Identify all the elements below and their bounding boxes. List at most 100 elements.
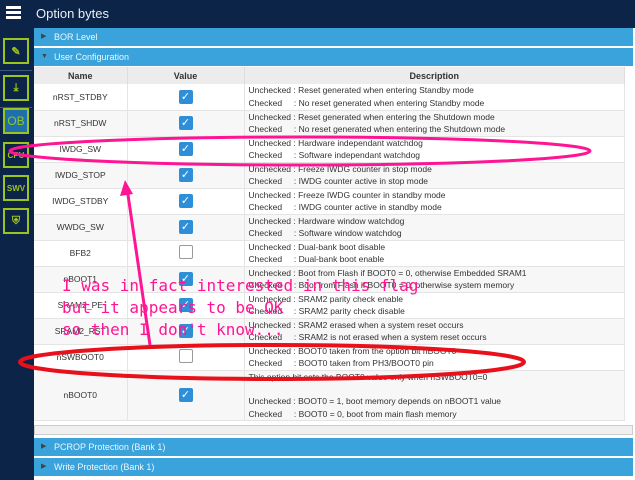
option-name: nSWBOOT0 [34, 344, 128, 371]
download-icon[interactable]: ⤓ [3, 75, 29, 101]
description-unchecked: Unchecked : Dual-bank boot disable [248, 241, 386, 252]
expand-icon: ▶ [41, 463, 47, 470]
column-header-name: Name [34, 67, 128, 84]
option-name: BFB2 [34, 240, 128, 267]
description-cell: Unchecked : Freeze IWDG counter in stand… [244, 188, 625, 215]
value-cell: ✓ [127, 188, 245, 215]
table-row: IWDG_STOP ✓ Unchecked : Freeze IWDG coun… [34, 162, 625, 189]
description-cell: Unchecked : BOOT0 taken from the option … [244, 344, 625, 371]
description-unchecked: Unchecked : Freeze IWDG counter in stop … [248, 163, 432, 174]
value-cell: ✓ [127, 84, 245, 111]
section-label: PCROP Protection (Bank 1) [54, 442, 166, 452]
option-name: IWDG_SW [34, 136, 128, 163]
value-cell: ✓ [127, 136, 245, 163]
hamburger-menu-icon[interactable] [6, 6, 21, 19]
option-name: WWDG_SW [34, 214, 128, 241]
table-row: nRST_STDBY ✓ Unchecked : Reset generated… [34, 84, 625, 111]
description-unchecked: Unchecked : Hardware independant watchdo… [248, 137, 423, 148]
section-label: User Configuration [54, 52, 130, 62]
option-checkbox[interactable]: ✓ [178, 388, 193, 403]
option-checkbox[interactable]: ✓ [178, 89, 193, 104]
description-cell: Unchecked : SRAM2 erased when a system r… [244, 318, 625, 345]
description-checked: Checked : No reset generated when enteri… [248, 124, 506, 134]
description-checked: Checked : Software independant watchdog [248, 150, 421, 160]
table-row: nSWBOOT0 Unchecked : BOOT0 taken from th… [34, 344, 625, 371]
title-bar: Option bytes [0, 0, 635, 28]
description-note: This option bit sets the BOOT0 value onl… [248, 371, 488, 382]
table-row: BFB2 Unchecked : Dual-bank boot disable C… [34, 240, 625, 267]
description-cell: Unchecked : Hardware independant watchdo… [244, 136, 625, 163]
expand-icon: ▶ [41, 443, 47, 450]
description-unchecked: Unchecked : SRAM2 erased when a system r… [248, 319, 464, 330]
description-checked: Checked : BOOT0 = 0, boot from main flas… [248, 408, 457, 419]
option-name: nRST_STDBY [34, 84, 128, 111]
description-checked: Checked : IWDG counter active in stop mo… [248, 176, 429, 186]
option-checkbox[interactable]: ✓ [178, 220, 193, 234]
description-unchecked: Unchecked : BOOT0 taken from the option … [248, 345, 457, 356]
description-unchecked: Unchecked : BOOT0 = 1, boot memory depen… [248, 396, 502, 406]
description-checked: Checked : SRAM2 parity check disable [248, 306, 405, 316]
option-checkbox[interactable]: ✓ [178, 116, 193, 130]
edit-icon[interactable]: ✎ [3, 38, 29, 64]
expand-icon: ▶ [41, 33, 47, 40]
description-cell: Unchecked : Reset generated when enterin… [244, 110, 625, 137]
description-cell: Unchecked : Freeze IWDG counter in stop … [244, 162, 625, 189]
description-unchecked: Unchecked : Reset generated when enterin… [248, 85, 474, 96]
collapse-icon: ▼ [41, 53, 48, 60]
column-header-value: Value [127, 67, 245, 84]
description-checked: Checked : SRAM2 is not erased when a sys… [248, 332, 487, 342]
section-user-configuration[interactable]: ▼ User Configuration [34, 48, 633, 66]
table-row: nBOOT0 ✓ This option bit sets the BOOT0 … [34, 370, 625, 421]
horizontal-scrollbar[interactable] [34, 425, 633, 435]
sidebar-item-ob[interactable]: OB [3, 108, 29, 134]
description-checked: Checked : BOOT0 taken from PH3/BOOT0 pin [248, 358, 434, 368]
option-bytes-panel: ▶ BOR Level ▼ User Configuration Name Valu… [34, 28, 635, 480]
option-name: nBOOT0 [34, 370, 128, 421]
value-cell: ✓ [127, 370, 245, 421]
option-name: IWDG_STDBY [34, 188, 128, 215]
section-bor-level[interactable]: ▶ BOR Level [34, 28, 633, 46]
table-row: IWDG_SW ✓ Unchecked : Hardware independa… [34, 136, 625, 163]
description-cell: Unchecked : Dual-bank boot disable Checke… [244, 240, 625, 267]
table-row: nRST_SHDW ✓ Unchecked : Reset generated … [34, 110, 625, 137]
page-title: Option bytes [36, 6, 109, 21]
value-cell [127, 240, 245, 267]
option-checkbox[interactable]: ✓ [178, 194, 193, 208]
description-unchecked: Unchecked : Hardware window watchdog [248, 215, 405, 226]
description-checked: Checked : Dual-bank boot enable [248, 254, 385, 264]
description-cell: Unchecked : Hardware window watchdog Chec… [244, 214, 625, 241]
description-cell: This option bit sets the BOOT0 value onl… [244, 370, 625, 421]
value-cell: ✓ [127, 162, 245, 189]
option-checkbox[interactable]: ✓ [178, 168, 193, 182]
option-name: nRST_SHDW [34, 110, 128, 137]
sidebar: ✎ ⤓ OB CPU SWV ⛨ [0, 28, 32, 480]
option-checkbox[interactable] [178, 245, 193, 259]
section-pcrop-protection[interactable]: ▶ PCROP Protection (Bank 1) [34, 438, 633, 456]
column-header-description: Description [244, 67, 625, 84]
value-cell: ✓ [127, 214, 245, 241]
sidebar-item-cpu[interactable]: CPU [3, 142, 29, 168]
option-checkbox[interactable]: ✓ [178, 142, 193, 156]
annotation-text-line: but it appears to be OK [62, 298, 284, 317]
value-cell [127, 344, 245, 371]
shield-icon[interactable]: ⛨ [3, 208, 29, 234]
description-checked: Checked : No reset generated when enteri… [248, 97, 485, 108]
user-config-table: Name Value Description nRST_STDBY ✓ Unch… [34, 67, 625, 421]
option-checkbox[interactable] [178, 349, 193, 363]
table-row: WWDG_SW ✓ Unchecked : Hardware window wa… [34, 214, 625, 241]
description-checked: Checked : Software window watchdog [248, 228, 402, 238]
section-label: Write Protection (Bank 1) [54, 462, 155, 472]
description-unchecked: Unchecked : Reset generated when enterin… [248, 111, 495, 122]
description-cell: Unchecked : Reset generated when enterin… [244, 84, 625, 111]
description-checked: Checked : IWDG counter active in standby… [248, 202, 442, 212]
annotation-text-line: so then I don't know... [62, 320, 284, 339]
section-label: BOR Level [54, 32, 98, 42]
sidebar-item-swv[interactable]: SWV [3, 175, 29, 201]
option-name: IWDG_STOP [34, 162, 128, 189]
section-write-protection[interactable]: ▶ Write Protection (Bank 1) [34, 458, 633, 476]
description-cell: Unchecked : SRAM2 parity check enable Che… [244, 292, 625, 319]
value-cell: ✓ [127, 110, 245, 137]
table-row: IWDG_STDBY ✓ Unchecked : Freeze IWDG cou… [34, 188, 625, 215]
description-unchecked: Unchecked : Freeze IWDG counter in stand… [248, 189, 446, 200]
annotation-text-line: I was in fact interested in this flag [62, 276, 419, 295]
